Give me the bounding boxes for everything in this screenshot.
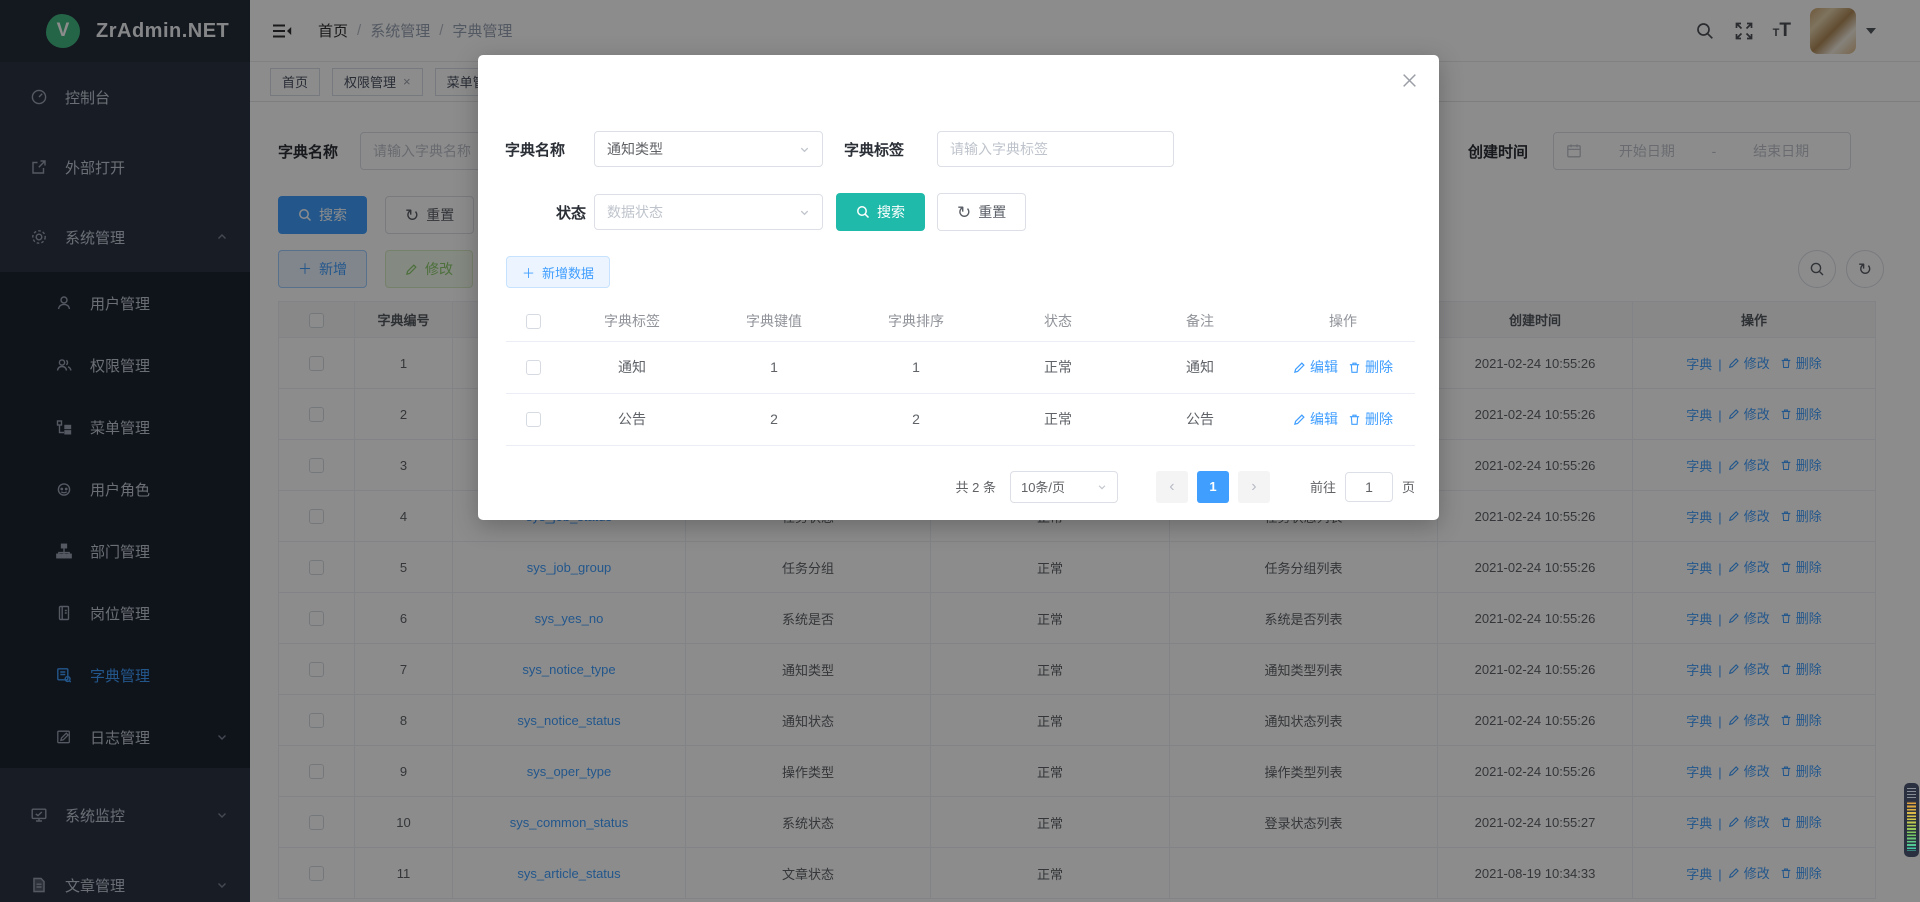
data-status-cell: 正常 bbox=[987, 341, 1129, 393]
dialog-reset-label: 重置 bbox=[978, 202, 1006, 222]
dialog-table-row: 通知 1 1 正常 通知 编辑 删除 bbox=[506, 341, 1415, 393]
dict-label-input[interactable] bbox=[937, 131, 1174, 167]
dialog-reset-button[interactable]: ↻ 重置 bbox=[937, 193, 1026, 231]
row-edit-link[interactable]: 编辑 bbox=[1293, 409, 1338, 429]
row-delete-label: 删除 bbox=[1365, 357, 1393, 377]
dialog-table-header-row: 字典标签 字典键值 字典排序 状态 备注 操作 bbox=[506, 301, 1415, 341]
data-sort-cell: 1 bbox=[845, 341, 987, 393]
page-size-select[interactable]: 10条/页 bbox=[1010, 471, 1118, 503]
status-select-placeholder: 数据状态 bbox=[607, 202, 663, 222]
row-delete-link[interactable]: 删除 bbox=[1348, 357, 1393, 377]
dict-name-label: 字典名称 bbox=[505, 139, 586, 160]
chevron-down-icon bbox=[799, 207, 810, 218]
dict-name-select[interactable]: 通知类型 bbox=[594, 131, 823, 167]
row-delete-label: 删除 bbox=[1365, 409, 1393, 429]
select-all-checkbox[interactable] bbox=[526, 314, 541, 329]
jump-prefix-label: 前往 bbox=[1310, 477, 1336, 496]
chevron-down-icon bbox=[799, 144, 810, 155]
row-delete-link[interactable]: 删除 bbox=[1348, 409, 1393, 429]
row-checkbox[interactable] bbox=[526, 412, 541, 427]
next-page-button[interactable]: › bbox=[1238, 471, 1270, 503]
close-icon[interactable] bbox=[1401, 72, 1418, 89]
row-edit-label: 编辑 bbox=[1310, 357, 1338, 377]
data-label-cell: 公告 bbox=[561, 393, 703, 445]
dialog-pagination: 共 2 条 10条/页 ‹ 1 › 前往 页 bbox=[506, 471, 1415, 503]
col-header-remark: 备注 bbox=[1129, 301, 1271, 341]
page-jumper: 前往 页 bbox=[1310, 472, 1415, 502]
data-value-cell: 1 bbox=[703, 341, 845, 393]
col-header-sort: 字典排序 bbox=[845, 301, 987, 341]
data-remark-cell: 通知 bbox=[1129, 341, 1271, 393]
dict-label-label: 字典标签 bbox=[844, 139, 922, 160]
add-data-button-label: 新增数据 bbox=[542, 263, 594, 282]
row-checkbox[interactable] bbox=[526, 360, 541, 375]
col-header-ops: 操作 bbox=[1271, 301, 1415, 341]
row-edit-label: 编辑 bbox=[1310, 409, 1338, 429]
row-actions-cell: 编辑 删除 bbox=[1271, 341, 1415, 393]
add-data-button[interactable]: ＋ 新增数据 bbox=[506, 256, 610, 288]
row-edit-link[interactable]: 编辑 bbox=[1293, 357, 1338, 377]
dict-data-table: 字典标签 字典键值 字典排序 状态 备注 操作 通知 1 1 正常 通知 编 bbox=[506, 301, 1415, 446]
plus-icon: ＋ bbox=[522, 263, 535, 282]
prev-page-button[interactable]: ‹ bbox=[1156, 471, 1188, 503]
chevron-down-icon bbox=[1097, 482, 1107, 492]
dialog-form-row-1: 字典名称 通知类型 字典标签 bbox=[505, 131, 1439, 167]
row-select-cell bbox=[506, 341, 561, 393]
jump-suffix-label: 页 bbox=[1402, 477, 1415, 496]
col-header-label: 字典标签 bbox=[561, 301, 703, 341]
col-header-value: 字典键值 bbox=[703, 301, 845, 341]
refresh-icon: ↻ bbox=[957, 204, 971, 221]
col-header-status: 状态 bbox=[987, 301, 1129, 341]
dialog-search-label: 搜索 bbox=[877, 202, 905, 222]
row-actions-cell: 编辑 删除 bbox=[1271, 393, 1415, 445]
page-size-value: 10条/页 bbox=[1021, 477, 1065, 496]
data-label-cell: 通知 bbox=[561, 341, 703, 393]
data-value-cell: 2 bbox=[703, 393, 845, 445]
data-sort-cell: 2 bbox=[845, 393, 987, 445]
data-status-cell: 正常 bbox=[987, 393, 1129, 445]
dialog-form-row-2: 状态 数据状态 搜索 ↻ 重置 bbox=[505, 193, 1439, 231]
dict-name-select-value: 通知类型 bbox=[607, 139, 663, 159]
dialog-table-row: 公告 2 2 正常 公告 编辑 删除 bbox=[506, 393, 1415, 445]
jump-page-input[interactable] bbox=[1345, 472, 1393, 502]
status-label: 状态 bbox=[505, 202, 586, 223]
dict-data-dialog: 字典名称 通知类型 字典标签 状态 数据状态 搜索 ↻ 重置 ＋ bbox=[478, 55, 1439, 520]
page-number-button[interactable]: 1 bbox=[1197, 471, 1229, 503]
vertical-scrollbar-thumb[interactable] bbox=[1904, 783, 1919, 857]
select-all-header bbox=[506, 301, 561, 341]
status-select[interactable]: 数据状态 bbox=[594, 194, 823, 230]
row-select-cell bbox=[506, 393, 561, 445]
dialog-search-button[interactable]: 搜索 bbox=[836, 193, 925, 231]
data-remark-cell: 公告 bbox=[1129, 393, 1271, 445]
dialog-filter-form: 字典名称 通知类型 字典标签 状态 数据状态 搜索 ↻ 重置 bbox=[505, 131, 1439, 231]
scrollbar-grip bbox=[1907, 788, 1916, 799]
scrollbar-stripes bbox=[1907, 801, 1916, 851]
pagination-total: 共 2 条 bbox=[956, 477, 996, 496]
